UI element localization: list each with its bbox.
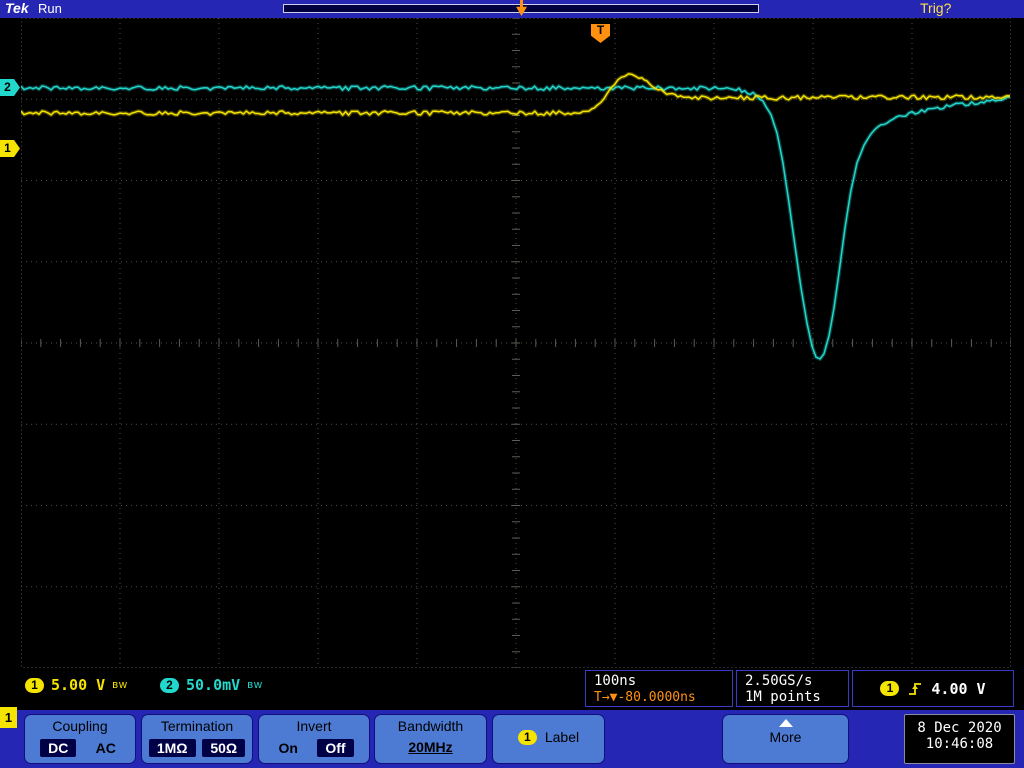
bandwidth-button[interactable]: Bandwidth 20MHz [374,714,487,764]
timebase-scale: 100ns [594,673,724,689]
menu-bar: 1 Coupling DC AC Termination 1MΩ 50Ω Inv… [0,710,1024,768]
ch1-scale: 5.00 V [51,676,105,694]
horizontal-readout: 100ns T→▼-80.0000ns [585,670,733,707]
datetime-box: 8 Dec 2020 10:46:08 [904,714,1015,764]
termination-option-1mohm[interactable]: 1MΩ [149,739,196,757]
bandwidth-label: Bandwidth [375,718,486,734]
coupling-label: Coupling [25,718,135,734]
more-label: More [723,729,848,745]
invert-option-on[interactable]: On [274,740,301,756]
invert-label: Invert [259,718,369,734]
coupling-button[interactable]: Coupling DC AC [24,714,136,764]
coupling-option-dc[interactable]: DC [40,739,76,757]
ch2-ground-marker: 2 [0,79,20,96]
tek-logo: Tek [5,0,29,16]
ch2-badge: 2 [160,678,179,693]
termination-option-50ohm[interactable]: 50Ω [202,739,245,757]
oscilloscope-screen: Tek Run Trig? T 2 1 1 5.00 V ʙᴡ 2 50.0mV… [0,0,1024,768]
invert-button[interactable]: Invert On Off [258,714,370,764]
ch1-badge: 1 [25,678,44,693]
invert-option-off[interactable]: Off [317,739,353,757]
readout-bar: 1 5.00 V ʙᴡ 2 50.0mV ʙᴡ 100ns T→▼-80.000… [0,668,1024,710]
trigger-level: 4.00 V [931,680,985,698]
ch2-bw-limit-icon: ʙᴡ [247,679,263,691]
more-button[interactable]: More [722,714,849,764]
open-channel-badge: 1 [0,707,17,728]
trigger-position-icon [516,0,527,16]
ch1-ground-marker: 1 [0,140,20,157]
acq-status-text: Run [38,1,62,16]
date-text: 8 Dec 2020 [905,720,1014,736]
graticule: T [21,18,1011,668]
waveform-canvas [21,18,1011,668]
label-channel-badge: 1 [518,730,537,745]
termination-button[interactable]: Termination 1MΩ 50Ω [141,714,253,764]
ch1-readout: 1 5.00 V ʙᴡ [25,676,128,694]
up-arrow-icon [779,719,793,727]
trigger-delay: T→▼-80.0000ns [594,690,724,705]
record-length: 1M points [745,689,840,705]
trig-status-text: Trig? [920,0,951,16]
trigger-readout: 1 4.00 V [852,670,1014,707]
delay-value: -80.0000ns [617,690,695,705]
rising-edge-icon [908,681,922,697]
trigger-source-badge: 1 [880,681,899,696]
ch1-trace-glow [21,74,1010,115]
top-bar: Tek Run Trig? [0,0,1024,18]
ch1-bw-limit-icon: ʙᴡ [112,679,128,691]
time-text: 10:46:08 [905,736,1014,752]
bandwidth-value: 20MHz [375,739,486,755]
delay-icon: T→▼ [594,690,617,705]
ch2-readout: 2 50.0mV ʙᴡ [160,676,263,694]
label-text: Label [545,729,579,745]
ch2-scale: 50.0mV [186,676,240,694]
sample-rate: 2.50GS/s [745,673,840,689]
termination-label: Termination [142,718,252,734]
label-button[interactable]: 1 Label [492,714,605,764]
coupling-option-ac[interactable]: AC [92,740,120,756]
acquisition-readout: 2.50GS/s 1M points [736,670,849,707]
